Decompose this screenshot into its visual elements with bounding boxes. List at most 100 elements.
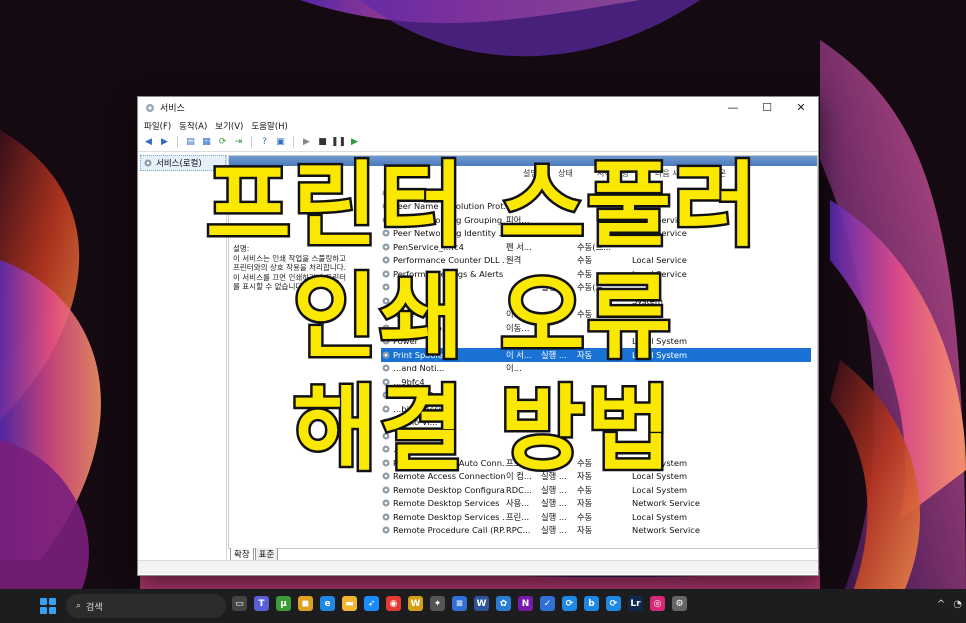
service-status-cell: 실행 ...: [541, 282, 567, 293]
service-row[interactable]: 실행 ... 수동(트...: [381, 281, 811, 295]
sync2-icon[interactable]: ⟳: [606, 596, 621, 611]
service-row[interactable]: System: [381, 294, 811, 308]
tree-item-services-local[interactable]: 서비스(로컬): [140, 155, 226, 171]
menu-file[interactable]: 파일(F): [144, 120, 171, 132]
service-name-cell: …9bfc4: [381, 377, 506, 387]
service-row[interactable]: Peer Networking Identity ... Local Servic…: [381, 227, 811, 241]
service-row[interactable]: Peer Networking Grouping 피어… Local Service: [381, 213, 811, 227]
utorrent-icon[interactable]: µ: [276, 596, 291, 611]
service-row[interactable]: …numerato... 이동…: [381, 321, 811, 335]
services-icon[interactable]: ⚙: [672, 596, 687, 611]
service-row[interactable]: [381, 429, 811, 443]
column-logon-as[interactable]: 다음 사용자로 로그온: [652, 168, 755, 184]
network-icon[interactable]: ◔: [953, 599, 962, 610]
service-row[interactable]: Remote Desktop Services 사용... 실행 ... 자동 Netw…: [381, 497, 811, 511]
console-tree-icon[interactable]: ▤: [184, 136, 197, 149]
windows-start-icon[interactable]: [40, 598, 56, 614]
service-row[interactable]: …ontrol P...: [381, 389, 811, 403]
service-row[interactable]: Print Spooler 이 서... 실행 ... 자동 Local System: [381, 348, 811, 362]
service-description-cell: 프로…: [506, 457, 530, 468]
service-name: …evice ...: [393, 444, 434, 455]
task-view-icon[interactable]: ▭: [232, 596, 247, 611]
title-bar[interactable]: 서비스 — ☐ ✕: [138, 97, 818, 118]
notepad-icon[interactable]: ≡: [452, 596, 467, 611]
service-row[interactable]: Peer Name Resolution Prot...: [381, 200, 811, 214]
resolve-icon[interactable]: ✦: [430, 596, 445, 611]
service-row[interactable]: Remote Desktop Configura... RDC... 실행 ... 수…: [381, 483, 811, 497]
service-gear-icon: [382, 526, 390, 534]
service-row[interactable]: …udio Vi...: [381, 416, 811, 430]
instagram-icon[interactable]: ◎: [650, 596, 665, 611]
service-row[interactable]: Performance Counter DLL ... 원격 수동 Local Ser…: [381, 254, 811, 268]
edge-icon[interactable]: e: [320, 596, 335, 611]
service-name: Print Spooler: [393, 349, 447, 360]
forward-icon[interactable]: ▶: [158, 136, 171, 149]
todo-icon[interactable]: ✓: [540, 596, 555, 611]
service-name-cell: …ontrol P...: [381, 390, 506, 400]
sync-icon[interactable]: ⟳: [562, 596, 577, 611]
refresh-icon[interactable]: ⟳: [216, 136, 229, 149]
onenote-icon[interactable]: N: [518, 596, 533, 611]
column-startup-type[interactable]: 시작 유형: [594, 168, 652, 184]
service-name-cell: Remote Access Auto Conn...: [381, 458, 506, 468]
service-row[interactable]: …9bfc4: [381, 375, 811, 389]
menu-action[interactable]: 동작(A): [179, 120, 207, 132]
menu-help[interactable]: 도움말(H): [251, 120, 287, 132]
service-row[interactable]: Performance Logs & Alerts 수동 Local Service: [381, 267, 811, 281]
menu-view[interactable]: 보기(V): [215, 120, 243, 132]
service-gear-icon: [382, 310, 390, 318]
stop-service-icon[interactable]: ■: [316, 136, 329, 149]
lightroom-icon[interactable]: Lr: [628, 596, 643, 611]
service-name-cell: [381, 282, 506, 292]
close-button[interactable]: ✕: [784, 97, 818, 118]
store-icon[interactable]: ◼: [298, 596, 313, 611]
service-row[interactable]: Remote Access Connection... 이 컴... 실행 ... 자…: [381, 470, 811, 484]
winamp-icon[interactable]: W: [408, 596, 423, 611]
taskbar-search[interactable]: ⌕ 검색: [66, 594, 226, 618]
explorer-icon[interactable]: ▬: [342, 596, 357, 611]
bluesky-icon[interactable]: ➶: [364, 596, 379, 611]
column-description[interactable]: 설명: [520, 168, 555, 184]
service-gear-icon: [382, 189, 390, 197]
column-name[interactable]: [387, 168, 520, 184]
service-name-cell: …me Publi...: [381, 309, 506, 319]
service-name-cell: Print Spooler: [381, 350, 506, 360]
service-row[interactable]: Remote Access Auto Conn... 프로… 수동 Local Sys…: [381, 456, 811, 470]
service-row[interactable]: …me Publi... 이… 수동: [381, 308, 811, 322]
help-icon[interactable]: ?: [258, 136, 271, 149]
chevron-up-icon[interactable]: ^: [937, 599, 945, 610]
minimize-button[interactable]: —: [716, 97, 750, 118]
service-row[interactable]: Remote Procedure Call (RP... RPC... 실행 ...…: [381, 524, 811, 538]
teams-alt-icon[interactable]: ✿: [496, 596, 511, 611]
export-icon[interactable]: ⇥: [232, 136, 245, 149]
service-gear-icon: [382, 297, 390, 305]
service-row[interactable]: …and Noti... 이…: [381, 362, 811, 376]
start-service-icon[interactable]: ▶: [300, 136, 313, 149]
toolbar-separator: [251, 136, 252, 148]
maximize-button[interactable]: ☐: [750, 97, 784, 118]
restart-service-icon[interactable]: ▶: [348, 136, 361, 149]
column-status[interactable]: 상태: [555, 168, 594, 184]
service-row[interactable]: PenService_…fc4 펜 서... 수동(트...: [381, 240, 811, 254]
service-gear-icon: [382, 337, 390, 345]
teams-icon[interactable]: T: [254, 596, 269, 611]
service-description-cell: 이…: [506, 363, 522, 374]
service-row[interactable]: …9bfc4: [381, 186, 811, 200]
service-row[interactable]: …bility Assi...: [381, 402, 811, 416]
service-row[interactable]: Remote Desktop Services ... 프린... 실행 ... 수동…: [381, 510, 811, 524]
word-icon[interactable]: W: [474, 596, 489, 611]
service-row[interactable]: …evice ...: [381, 443, 811, 457]
properties-icon[interactable]: ▦: [200, 136, 213, 149]
back-icon[interactable]: ◀: [142, 136, 155, 149]
chrome-icon[interactable]: ◉: [386, 596, 401, 611]
service-logon-cell: Local System: [632, 511, 688, 522]
show-hide-icon[interactable]: ▣: [274, 136, 287, 149]
service-startup-cell: 수동(트...: [577, 282, 612, 293]
service-logon-cell: Local Service: [632, 228, 687, 239]
service-status-cell: 실행 ...: [541, 511, 567, 522]
bing-icon[interactable]: b: [584, 596, 599, 611]
service-description-cell: 이동…: [506, 322, 530, 333]
pause-service-icon[interactable]: ❚❚: [331, 136, 346, 149]
service-row[interactable]: Power Local System: [381, 335, 811, 349]
description-label: 설명:: [233, 244, 250, 253]
